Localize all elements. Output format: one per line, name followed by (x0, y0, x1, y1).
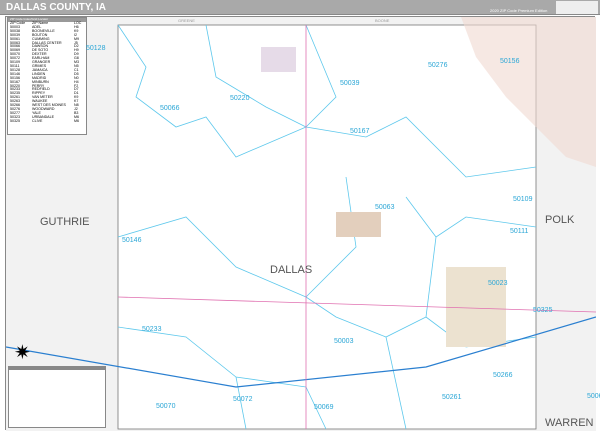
edition-label: 2020 ZIP Code Premium Edition (490, 8, 548, 13)
zip-label: 50072 (233, 396, 253, 403)
zip-label: 50156 (500, 58, 520, 65)
county-label-guthrie: GUTHRIE (40, 216, 90, 228)
zip-label: 50023 (488, 280, 508, 287)
zip-label: 50167 (350, 128, 370, 135)
zip-label: 50261 (442, 394, 462, 401)
zip-label: 50325 (533, 307, 553, 314)
logo (556, 1, 598, 14)
zip-label: 50066 (160, 105, 180, 112)
zip-label: 50266 (493, 372, 513, 379)
zip-index-table: ZIP Code Index/Grid Locator ZIP Code ZIP … (7, 17, 87, 135)
zip-label: 50276 (428, 62, 448, 69)
page-title: DALLAS COUNTY, IA (6, 2, 106, 13)
zip-label: 50128 (86, 45, 106, 52)
county-label-dallas: DALLAS (270, 264, 313, 276)
compass-rose-icon: ✷ (14, 342, 31, 364)
county-label-greene: GREENE (178, 18, 195, 23)
map-legend (8, 366, 106, 428)
zip-label: 50111 (510, 228, 529, 235)
zip-table-cell: 50325 (10, 118, 20, 123)
zip-label: 50003 (334, 338, 354, 345)
county-label-boone: BOONE (375, 18, 390, 23)
zip-label: 50069 (314, 404, 334, 411)
county-label-polk: POLK (545, 214, 575, 226)
header: DALLAS COUNTY, IA 2020 ZIP Code Premium … (0, 0, 600, 15)
zip-label: 50109 (513, 196, 533, 203)
zip-label: 50070 (156, 403, 176, 410)
zip-table-cell: M6 (74, 118, 79, 123)
zip-table-row: 50325 CLIVE M6 (8, 118, 86, 124)
zip-label: 50039 (340, 80, 360, 87)
zip-table-cell: CLIVE (32, 118, 43, 123)
zip-label: 50061 (587, 393, 600, 400)
county-label-warren: WARREN (545, 417, 594, 429)
zip-label: 50146 (122, 237, 142, 244)
zip-label: 50233 (142, 326, 162, 333)
zip-label: 50220 (230, 95, 250, 102)
zip-label: 50063 (375, 204, 395, 211)
